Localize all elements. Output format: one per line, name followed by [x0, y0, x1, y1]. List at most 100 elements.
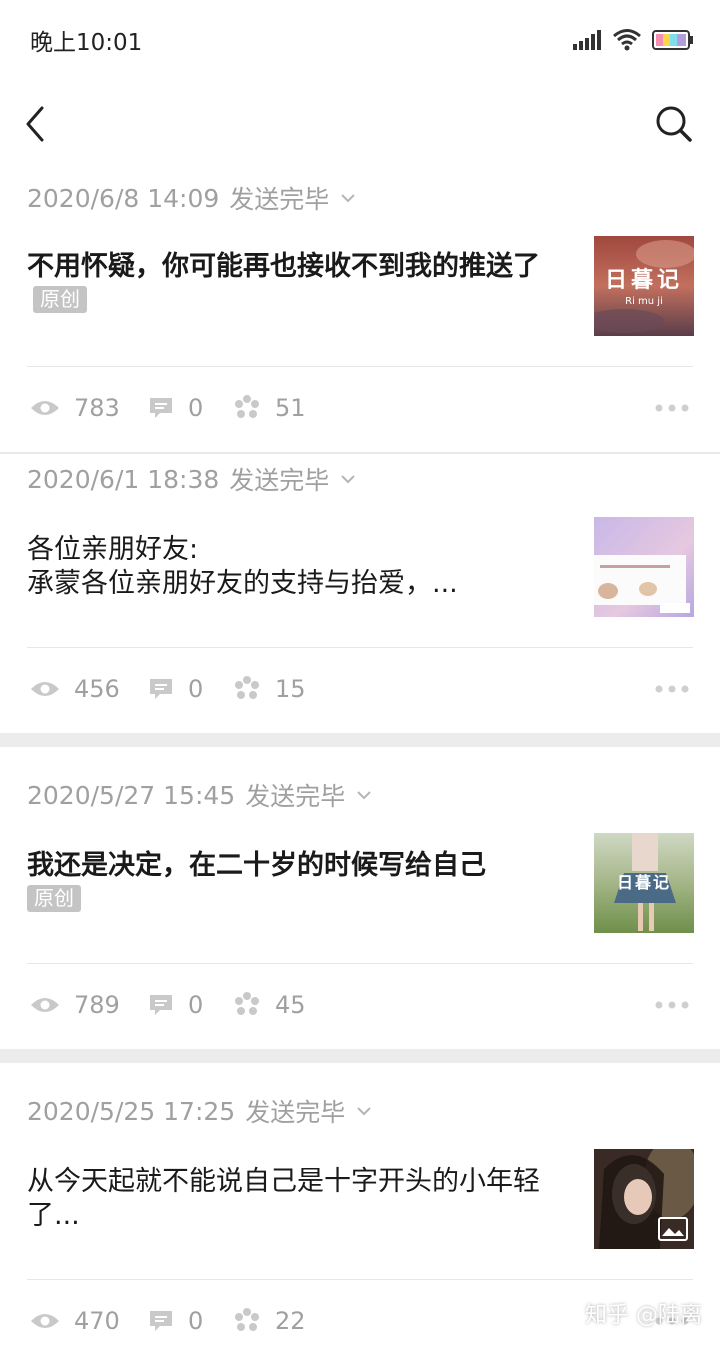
- article-title[interactable]: 我还是决定，在二十岁的时候写给自己 原创: [27, 849, 572, 917]
- article-card[interactable]: 2020/5/25 17:25 发送完毕 从今天起就不能说自己是十字开头的小年轻…: [0, 1093, 720, 1371]
- more-options-icon[interactable]: [654, 681, 690, 697]
- thumb-title: 日暮记: [616, 873, 671, 892]
- views-count: 783: [74, 394, 120, 422]
- eye-icon: [31, 1314, 59, 1328]
- status-bar: 晚上10:01: [0, 0, 720, 80]
- chevron-down-icon: [357, 791, 371, 800]
- article-date: 2020/6/1 18:38: [27, 464, 220, 494]
- article-stats: 789 0 45: [30, 985, 700, 1025]
- article-card[interactable]: 2020/5/27 15:45 发送完毕 我还是决定，在二十岁的时候写给自己 原…: [0, 777, 720, 1049]
- nav-bar: [0, 88, 720, 160]
- article-thumbnail[interactable]: [594, 1149, 694, 1249]
- eye-icon: [31, 682, 59, 696]
- battery-icon: [652, 30, 693, 50]
- send-status: 发送完毕: [229, 185, 330, 214]
- divider: [27, 1279, 693, 1280]
- zhihu-watermark: 知乎 @陆离: [585, 1303, 702, 1328]
- views-stat: 783: [30, 394, 148, 422]
- article-date-row[interactable]: 2020/5/27 15:45 发送完毕: [27, 777, 373, 813]
- comment-icon: [150, 1311, 172, 1331]
- likes-count: 45: [275, 991, 306, 1019]
- status-time: 晚上10:01: [30, 30, 143, 56]
- article-thumbnail[interactable]: 日暮记 Ri mu ji: [594, 236, 694, 336]
- article-thumbnail[interactable]: 日暮记: [594, 833, 694, 933]
- article-title-line: 承蒙各位亲朋好友的支持与抬爱，...: [27, 568, 458, 599]
- comments-stat[interactable]: 0: [148, 675, 233, 703]
- comment-icon: [150, 679, 172, 699]
- views-stat: 789: [30, 991, 148, 1019]
- article-title-line: 各位亲朋好友:: [27, 534, 199, 565]
- original-badge: 原创: [27, 885, 81, 912]
- article-date-row[interactable]: 2020/6/8 14:09 发送完毕: [27, 180, 357, 216]
- section-separator: [0, 1049, 720, 1063]
- send-status: 发送完毕: [245, 782, 346, 811]
- views-count: 789: [74, 991, 120, 1019]
- comments-count: 0: [188, 991, 204, 1019]
- article-title-text: 我还是决定，在二十岁的时候写给自己: [27, 850, 486, 881]
- article-card[interactable]: 2020/6/1 18:38 发送完毕 各位亲朋好友: 承蒙各位亲朋好友的支持与…: [0, 461, 720, 733]
- views-count: 456: [74, 675, 120, 703]
- likes-count: 51: [275, 394, 306, 422]
- like-flower-icon: [235, 1308, 259, 1331]
- likes-stat: 22: [233, 1307, 306, 1335]
- eye-icon: [31, 998, 59, 1012]
- thumb-title: 日暮记: [604, 268, 683, 293]
- thumb-subtitle: Ri mu ji: [625, 296, 663, 307]
- divider: [27, 366, 693, 367]
- likes-count: 15: [275, 675, 306, 703]
- article-date: 2020/6/8 14:09: [27, 183, 220, 213]
- likes-stat: 15: [233, 675, 306, 703]
- original-badge: 原创: [33, 286, 87, 313]
- likes-stat: 45: [233, 991, 306, 1019]
- like-flower-icon: [235, 395, 259, 418]
- divider: [27, 963, 693, 964]
- chevron-down-icon: [341, 194, 356, 203]
- status-icons: [572, 28, 694, 52]
- article-date-row[interactable]: 2020/5/25 17:25 发送完毕: [27, 1093, 373, 1129]
- likes-stat: 51: [233, 394, 306, 422]
- back-button[interactable]: [18, 102, 58, 146]
- send-status: 发送完毕: [245, 1098, 346, 1127]
- views-stat: 470: [30, 1307, 148, 1335]
- comments-count: 0: [188, 394, 204, 422]
- section-separator: [0, 733, 720, 747]
- search-icon: [656, 106, 692, 142]
- article-stats: 456 0 15: [30, 669, 700, 709]
- eye-icon: [31, 401, 59, 415]
- comments-stat[interactable]: 0: [148, 991, 233, 1019]
- chevron-down-icon: [341, 475, 356, 484]
- chevron-left-icon: [26, 106, 44, 142]
- search-button[interactable]: [654, 104, 694, 144]
- comments-stat[interactable]: 0: [148, 394, 233, 422]
- article-stats: 783 0 51: [30, 388, 700, 428]
- article-thumbnail[interactable]: [594, 517, 694, 617]
- article-date-row[interactable]: 2020/6/1 18:38 发送完毕: [27, 461, 357, 497]
- comments-count: 0: [188, 675, 204, 703]
- likes-count: 22: [275, 1307, 306, 1335]
- wifi-icon: [613, 29, 641, 51]
- more-options-icon[interactable]: [654, 997, 690, 1013]
- more-options-icon[interactable]: [654, 400, 690, 416]
- comments-stat[interactable]: 0: [148, 1307, 233, 1335]
- send-status: 发送完毕: [229, 466, 330, 495]
- image-icon: [658, 1217, 688, 1241]
- article-date: 2020/5/27 15:45: [27, 780, 236, 810]
- comments-count: 0: [188, 1307, 204, 1335]
- chevron-down-icon: [357, 1107, 371, 1116]
- article-title[interactable]: 各位亲朋好友: 承蒙各位亲朋好友的支持与抬爱，...: [27, 533, 572, 601]
- comment-icon: [150, 398, 172, 418]
- article-title[interactable]: 从今天起就不能说自己是十字开头的小年轻了...: [27, 1165, 572, 1233]
- comment-icon: [150, 995, 172, 1015]
- pastel-cover-image: [594, 517, 694, 617]
- views-count: 470: [74, 1307, 120, 1335]
- section-separator: [0, 452, 720, 454]
- article-title-text: 从今天起就不能说自己是十字开头的小年轻了...: [27, 1166, 540, 1231]
- like-flower-icon: [235, 676, 259, 699]
- signal-icon: [573, 30, 601, 50]
- article-date: 2020/5/25 17:25: [27, 1096, 236, 1126]
- article-title[interactable]: 不用怀疑，你可能再也接收不到我的推送了原创: [27, 250, 572, 318]
- article-card[interactable]: 2020/6/8 14:09 发送完毕 不用怀疑，你可能再也接收不到我的推送了原…: [0, 180, 720, 452]
- article-title-text: 不用怀疑，你可能再也接收不到我的推送了: [27, 251, 540, 282]
- like-flower-icon: [235, 992, 259, 1015]
- divider: [27, 647, 693, 648]
